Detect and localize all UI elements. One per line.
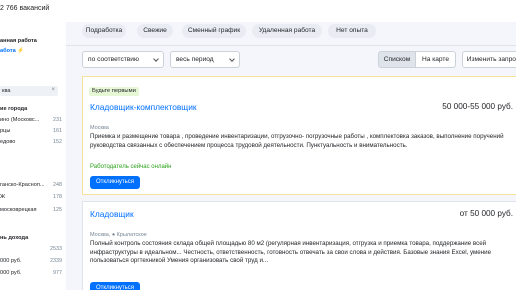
vacancy-card: Будьте первыми Кладовщик-комплектовщик 5… bbox=[82, 76, 516, 195]
income-count: 2533 bbox=[50, 246, 62, 252]
vacancy-description: Приемка и размещение товара , проведение… bbox=[90, 133, 504, 149]
chip-shift-schedule[interactable]: Сменный график bbox=[182, 24, 246, 38]
divider bbox=[66, 45, 516, 46]
chevron-down-icon bbox=[153, 56, 159, 62]
income-heading: нь дохода bbox=[0, 235, 29, 241]
view-list-button[interactable]: Списком bbox=[378, 51, 416, 68]
district-item[interactable]: ино (Московс... bbox=[0, 117, 39, 123]
respond-button[interactable]: Откликнуться bbox=[90, 282, 141, 290]
district-count: 161 bbox=[53, 128, 62, 134]
vacancy-card: Кладовщик от 50 000 руб. Москва, ● Крыла… bbox=[82, 201, 516, 290]
income-count: 977 bbox=[53, 270, 62, 276]
vacancy-description: Полный контроль состояния склада общей п… bbox=[90, 240, 492, 265]
sort-select[interactable]: по соответствию bbox=[82, 51, 164, 68]
chip-fresh[interactable]: Свежие bbox=[137, 24, 173, 38]
vacancy-salary: от 50 000 руб. bbox=[459, 209, 513, 218]
employer-online-status: Работодатель сейчас онлайн bbox=[90, 164, 172, 170]
district-item[interactable]: едово bbox=[0, 139, 15, 145]
metro-item[interactable]: Ж bbox=[0, 194, 5, 200]
income-item[interactable]: 000 руб. bbox=[0, 258, 22, 264]
income-count: 2339 bbox=[50, 258, 62, 264]
vacancy-title[interactable]: Кладовщик bbox=[90, 209, 134, 219]
districts-heading: ие города bbox=[0, 106, 28, 112]
region-value: ква bbox=[2, 88, 11, 94]
period-select[interactable]: весь период bbox=[170, 51, 240, 68]
clear-icon[interactable]: × bbox=[51, 87, 55, 93]
metro-count: 178 bbox=[53, 194, 62, 200]
remote-work-link[interactable]: абота ⚡ bbox=[0, 48, 24, 54]
vacancy-city: Москва, ● Крылатское bbox=[90, 232, 147, 238]
vacancy-title[interactable]: Кладовщик-комплектовщик bbox=[90, 102, 197, 112]
top-bar: 2 766 вакансий bbox=[0, 0, 516, 22]
metro-count: 125 bbox=[53, 207, 62, 213]
vacancy-city: Москва bbox=[90, 125, 109, 131]
respond-button[interactable]: Откликнуться bbox=[90, 176, 141, 189]
metro-item[interactable]: московрецкая bbox=[0, 207, 36, 213]
region-select[interactable]: ква × bbox=[0, 86, 58, 96]
remote-work-heading: анная работа bbox=[0, 38, 37, 44]
chevron-down-icon bbox=[229, 56, 235, 62]
chip-part-time[interactable]: Подработка bbox=[82, 24, 126, 38]
vacancy-count: 2 766 вакансий bbox=[0, 5, 50, 12]
income-item[interactable]: 000 руб. bbox=[0, 270, 22, 276]
filters-sidebar: анная работа абота ⚡ ква × ие города ино… bbox=[0, 22, 66, 290]
change-query-button[interactable]: Изменить запрос bbox=[462, 51, 516, 68]
district-item[interactable]: рцы bbox=[0, 128, 10, 134]
metro-count: 248 bbox=[53, 182, 62, 188]
be-first-badge: Будьте первыми bbox=[89, 87, 139, 96]
sort-select-value: по соответствию bbox=[88, 56, 139, 63]
view-map-button[interactable]: На карте bbox=[415, 51, 456, 68]
district-count: 231 bbox=[53, 117, 62, 123]
chip-remote-work[interactable]: Удаленная работа bbox=[252, 24, 322, 38]
district-count: 152 bbox=[53, 139, 62, 145]
vacancy-salary: 50 000-55 000 руб. bbox=[442, 102, 513, 111]
period-select-value: весь период bbox=[176, 56, 214, 63]
metro-item[interactable]: ганско-Красноп... bbox=[0, 182, 45, 188]
chip-no-experience[interactable]: Нет опыта bbox=[328, 24, 376, 38]
